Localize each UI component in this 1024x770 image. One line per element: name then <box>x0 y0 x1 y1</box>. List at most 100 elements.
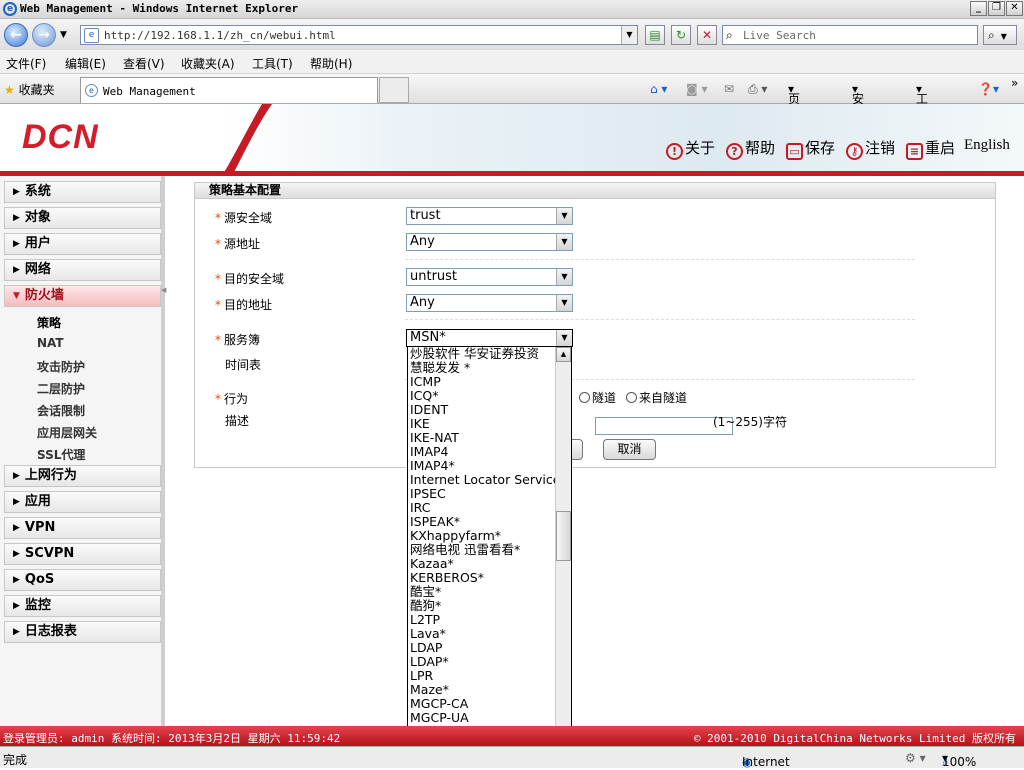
dropdown-option[interactable]: LDAP* <box>408 655 556 669</box>
scroll-up-icon[interactable]: ▲ <box>556 347 571 362</box>
dropdown-option[interactable]: MGCP-UA <box>408 711 556 725</box>
language-link[interactable]: English <box>964 137 1010 154</box>
dropdown-option[interactable]: Kazaa* <box>408 557 556 571</box>
url-input[interactable]: e http://192.168.1.1/zh_cn/webui.html ▼ <box>80 25 638 45</box>
help-icon[interactable]: ❓▾ <box>978 82 999 96</box>
sidebar-item-firewall[interactable]: ▼ 防火墙 <box>4 285 161 307</box>
dropdown-option[interactable]: 慧聪发发 * <box>408 361 556 375</box>
close-button[interactable]: ✕ <box>1006 1 1023 16</box>
search-button[interactable]: ⌕ ▼ <box>983 25 1017 45</box>
back-button[interactable]: ← <box>4 23 28 47</box>
src-zone-select[interactable]: trust ▼ <box>406 207 573 225</box>
dst-addr-select[interactable]: Any ▼ <box>406 294 573 312</box>
sidebar-item-users[interactable]: ▶ 用户 <box>4 233 161 255</box>
service-select[interactable]: MSN* ▼ <box>406 329 573 347</box>
print-icon[interactable]: ⎙ ▾ <box>748 82 767 97</box>
page-menu[interactable]: 页面(P) ▾ <box>788 82 805 138</box>
url-dropdown-icon[interactable]: ▼ <box>621 26 637 44</box>
dropdown-option[interactable]: LDAP <box>408 641 556 655</box>
sidebar-collapse-handle[interactable]: ◀ <box>161 286 166 300</box>
sidebar-item-monitor[interactable]: ▶ 监控 <box>4 595 161 617</box>
sidebar-sub-ssl-proxy[interactable]: SSL代理 <box>37 446 85 463</box>
menu-favorites[interactable]: 收藏夹(A) <box>181 55 235 72</box>
sidebar-sub-attack-defense[interactable]: 攻击防护 <box>37 358 85 375</box>
menu-file[interactable]: 文件(F) <box>6 55 46 72</box>
dropdown-option[interactable]: IMAP4* <box>408 459 556 473</box>
history-dropdown-icon[interactable]: ▼ <box>60 30 67 40</box>
sidebar-sub-l2-defense[interactable]: 二层防护 <box>37 380 85 397</box>
zoom-control[interactable]: ⌕ 100% ▾ <box>942 751 976 769</box>
search-input[interactable]: ⌕ Live Search <box>722 25 978 45</box>
dropdown-option[interactable]: 酷狗* <box>408 599 556 613</box>
dropdown-option[interactable]: MGCP-CA <box>408 697 556 711</box>
menu-tools[interactable]: 工具(T) <box>252 55 293 72</box>
dropdown-option[interactable]: ICQ* <box>408 389 556 403</box>
dropdown-option[interactable]: L2TP <box>408 613 556 627</box>
action-tunnel-radio[interactable]: 隧道 <box>579 389 616 406</box>
sidebar-item-qos[interactable]: ▶ QoS <box>4 569 161 591</box>
refresh-icon[interactable]: ↻ <box>671 25 691 45</box>
save-link[interactable]: ▭ 保存 <box>786 137 835 160</box>
dropdown-option[interactable]: IPSEC <box>408 487 556 501</box>
dropdown-option[interactable]: 炒股软件 华安证券投资 <box>408 347 556 361</box>
sidebar-sub-alg[interactable]: 应用层网关 <box>37 424 97 441</box>
dropdown-option[interactable]: IMAP4 <box>408 445 556 459</box>
sidebar-sub-policy[interactable]: 策略 <box>37 314 61 331</box>
sidebar-item-objects[interactable]: ▶ 对象 <box>4 207 161 229</box>
minimize-button[interactable]: _ <box>970 1 987 16</box>
src-addr-label-text: 源地址 <box>224 237 261 251</box>
cancel-button[interactable]: 取消 <box>603 439 656 460</box>
dst-zone-select[interactable]: untrust ▼ <box>406 268 573 286</box>
favorites-button[interactable]: ★ 收藏夹 <box>4 81 55 98</box>
tools-menu[interactable]: 工具(O) ▾ <box>916 82 935 138</box>
new-tab-button[interactable] <box>379 77 409 103</box>
help-link[interactable]: ? 帮助 <box>726 137 775 160</box>
dropdown-option[interactable]: KXhappyfarm* <box>408 529 556 543</box>
dropdown-option[interactable]: 酷宝* <box>408 585 556 599</box>
home-icon[interactable]: ⌂ ▾ <box>650 82 667 96</box>
dropdown-option[interactable]: ICMP <box>408 375 556 389</box>
menu-help[interactable]: 帮助(H) <box>310 55 352 72</box>
action-from-tunnel-radio[interactable]: 来自隧道 <box>626 389 687 406</box>
service-dropdown-list[interactable]: 炒股软件 华安证券投资 慧聪发发 * ICMP ICQ* IDENT IKE IKE-NAT… <box>407 346 572 768</box>
dropdown-option[interactable]: KERBEROS* <box>408 571 556 585</box>
dropdown-option[interactable]: IRC <box>408 501 556 515</box>
sidebar-item-vpn[interactable]: ▶ VPN <box>4 517 161 539</box>
scroll-thumb[interactable] <box>556 511 571 561</box>
sidebar-item-log-report[interactable]: ▶ 日志报表 <box>4 621 161 643</box>
compatibility-icon[interactable]: ▤ <box>645 25 665 45</box>
sidebar-item-application[interactable]: ▶ 应用 <box>4 491 161 513</box>
forward-button[interactable]: → <box>32 23 56 47</box>
protected-mode-icon[interactable]: ⚙ ▾ <box>905 751 926 765</box>
chevron-more-icon[interactable]: » <box>1011 76 1018 90</box>
menu-edit[interactable]: 编辑(E) <box>65 55 106 72</box>
sidebar-sub-session-limit[interactable]: 会话限制 <box>37 402 85 419</box>
dropdown-option[interactable]: Internet Locator Service <box>408 473 556 487</box>
dropdown-scrollbar[interactable]: ▲ ▼ <box>555 347 571 767</box>
restore-button[interactable]: ❐ <box>988 1 1005 16</box>
sidebar-sub-nat[interactable]: NAT <box>37 336 64 350</box>
dropdown-option[interactable]: Maze* <box>408 683 556 697</box>
safety-menu[interactable]: 安全(S) ▾ <box>852 82 869 138</box>
dropdown-option[interactable]: ISPEAK* <box>408 515 556 529</box>
sidebar-item-internet-behavior[interactable]: ▶ 上网行为 <box>4 465 161 487</box>
tab-web-management[interactable]: e Web Management <box>80 77 378 103</box>
mail-icon[interactable]: ✉ <box>724 82 734 96</box>
reboot-link[interactable]: ≡ 重启 <box>906 137 955 160</box>
sidebar-item-scvpn[interactable]: ▶ SCVPN <box>4 543 161 565</box>
sidebar-item-system[interactable]: ▶ 系统 <box>4 181 161 203</box>
dropdown-option[interactable]: IKE-NAT <box>408 431 556 445</box>
src-addr-select[interactable]: Any ▼ <box>406 233 573 251</box>
rss-icon[interactable]: ◙ ▾ <box>686 82 707 96</box>
menu-view[interactable]: 查看(V) <box>123 55 165 72</box>
dropdown-option[interactable]: IKE <box>408 417 556 431</box>
dropdown-option[interactable]: LPR <box>408 669 556 683</box>
about-link[interactable]: ! 关于 <box>666 137 715 160</box>
logout-link[interactable]: ⚷ 注销 <box>846 137 895 160</box>
stop-icon[interactable]: ✕ <box>697 25 717 45</box>
sidebar-item-network[interactable]: ▶ 网络 <box>4 259 161 281</box>
banner-swoosh-graphic <box>222 104 272 176</box>
dropdown-option[interactable]: 网络电视 迅雷看看* <box>408 543 556 557</box>
dropdown-option[interactable]: Lava* <box>408 627 556 641</box>
dropdown-option[interactable]: IDENT <box>408 403 556 417</box>
